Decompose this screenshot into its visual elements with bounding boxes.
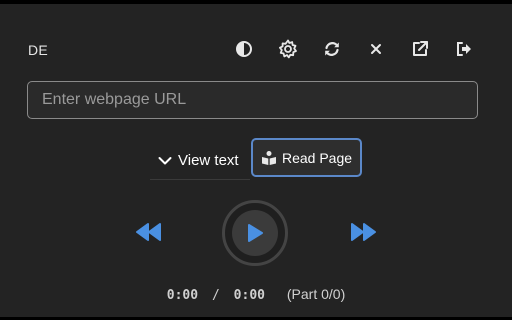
total-time: 0:00 (233, 288, 265, 303)
toolbar (222, 36, 486, 62)
refresh-icon (325, 42, 339, 56)
reload-button[interactable] (310, 36, 354, 62)
read-page-label: Read Page (281, 149, 353, 166)
book-reader-icon (261, 150, 276, 165)
reader-panel: DE Enter webpage URL View text Read Page… (0, 4, 512, 317)
url-input[interactable] (27, 81, 478, 119)
close-icon (371, 44, 381, 54)
fast-forward-icon (351, 223, 376, 241)
read-page-button[interactable]: Read Page (251, 138, 362, 177)
open-external-button[interactable] (398, 36, 442, 62)
theme-toggle-button[interactable] (222, 36, 266, 62)
external-link-icon (413, 41, 428, 56)
language-label: DE (28, 42, 49, 58)
view-text-toggle[interactable]: View text (150, 142, 250, 180)
chevron-down-icon (158, 156, 172, 164)
fast-forward-button[interactable] (349, 222, 377, 247)
part-indicator: (Part 0/0) (286, 286, 346, 302)
settings-button[interactable] (266, 36, 310, 62)
contrast-icon (236, 41, 252, 57)
play-button-inner (232, 210, 278, 256)
playback-status: 0:00 / 0:00 (Part 0/0) (0, 286, 512, 303)
rewind-icon (136, 223, 161, 241)
close-button[interactable] (354, 36, 398, 62)
time-separator: / (211, 288, 220, 303)
gear-icon (279, 39, 297, 59)
play-button[interactable] (222, 200, 288, 266)
rewind-button[interactable] (135, 222, 163, 247)
current-time: 0:00 (166, 288, 199, 303)
sign-out-icon (457, 42, 471, 56)
sign-out-button[interactable] (442, 36, 486, 62)
play-icon (248, 224, 263, 242)
view-text-label: View text (178, 152, 239, 169)
